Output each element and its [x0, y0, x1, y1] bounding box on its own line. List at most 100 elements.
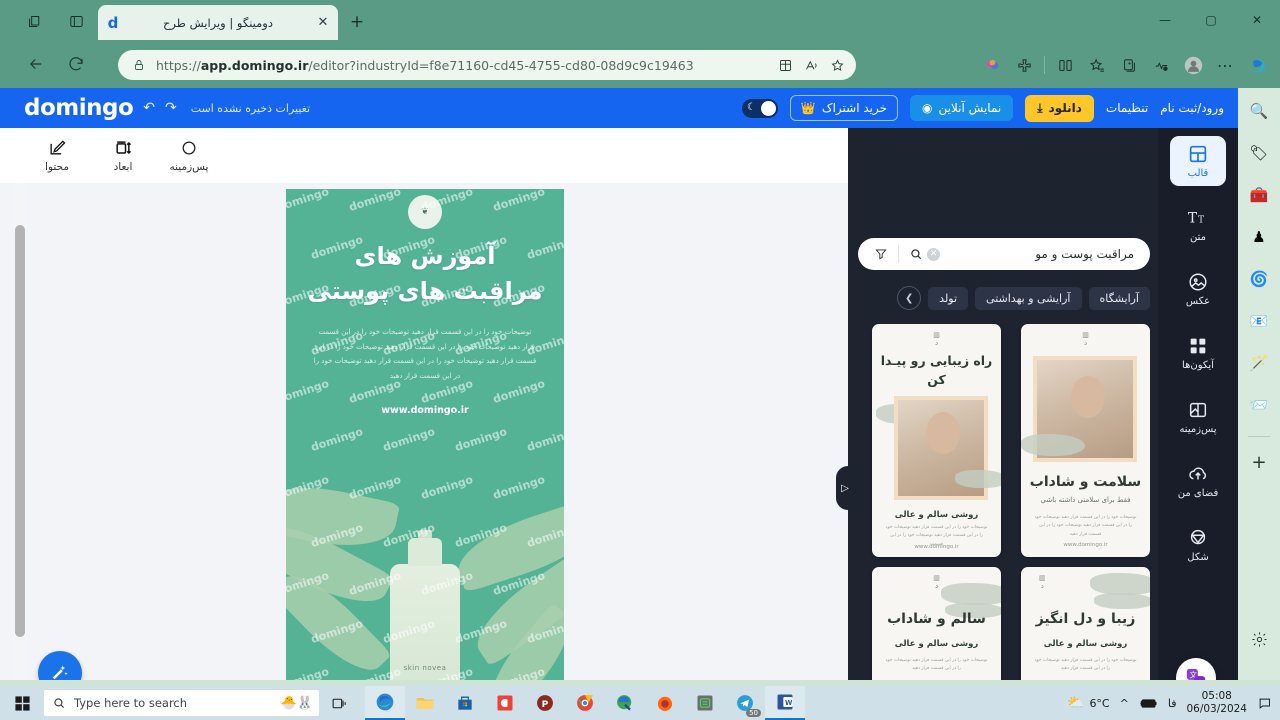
- svg-text:T: T: [1188, 211, 1198, 227]
- online-preview-button[interactable]: نمایش آنلاین ◉: [910, 95, 1014, 121]
- tab-actions-icon[interactable]: [22, 9, 46, 33]
- tool-content[interactable]: محتوا: [24, 138, 90, 173]
- dark-mode-toggle[interactable]: ☾: [741, 98, 778, 118]
- lock-icon: [130, 56, 148, 74]
- split-window-icon[interactable]: [772, 52, 798, 78]
- browser-tab[interactable]: d دومینگو | ویرایش طرح ✕: [98, 5, 338, 40]
- telegram-icon[interactable]: 📨: [1244, 390, 1274, 420]
- shape-icon: [1190, 529, 1206, 545]
- card-url: www.domingo.ir: [914, 544, 959, 550]
- split-screen-icon[interactable]: [64, 9, 88, 33]
- chrome-icon[interactable]: [565, 686, 605, 720]
- filter-icon[interactable]: [870, 247, 892, 261]
- address-bar[interactable]: https://app.domingo.ir/editor?industryId…: [118, 50, 856, 80]
- template-card[interactable]: ▥ د راه زیبایی رو پیـدا کن روشی سالم و عا…: [872, 324, 1001, 557]
- notification-icon[interactable]: [1257, 696, 1272, 711]
- collections-icon[interactable]: [1114, 50, 1144, 80]
- tool-dimensions[interactable]: ابعاد: [90, 138, 156, 173]
- microsoft-store-icon[interactable]: [445, 686, 485, 720]
- designer-icon[interactable]: 🪄: [1244, 348, 1274, 378]
- search-icon[interactable]: 🔍: [1244, 96, 1274, 126]
- undo-icon[interactable]: ↶: [143, 100, 155, 116]
- canvas-scrollbar-thumb[interactable]: [15, 225, 25, 637]
- photoshop-icon[interactable]: P: [525, 686, 565, 720]
- read-aloud-icon[interactable]: [798, 52, 824, 78]
- browser-essentials-icon[interactable]: [1146, 50, 1176, 80]
- domingo-editor: domingo ↶ ↷ تغییرات ذخیره نشده است ورود/…: [0, 88, 1238, 680]
- sidebar-item-my-space[interactable]: فضای من: [1170, 456, 1226, 506]
- minimize-button[interactable]: —: [1142, 0, 1188, 40]
- template-card[interactable]: ▥ د سالم و شاداب روشی سالم و عالی توضیحات…: [872, 567, 1001, 680]
- gear-icon[interactable]: [1244, 624, 1274, 654]
- tools-icon[interactable]: 🧰: [1244, 180, 1274, 210]
- search-input[interactable]: مراقبت پوست و مو: [940, 247, 1138, 261]
- word-icon[interactable]: W: [765, 686, 805, 720]
- collapse-panel-icon[interactable]: ▷: [836, 466, 854, 510]
- redo-icon[interactable]: ↷: [165, 100, 177, 116]
- sidebar-item-image[interactable]: عکس: [1170, 264, 1226, 314]
- favorites-icon[interactable]: [1082, 50, 1112, 80]
- app-logo[interactable]: domingo: [24, 95, 134, 121]
- notepad-icon[interactable]: [685, 686, 725, 720]
- sidebar-item-text[interactable]: TT متن: [1170, 200, 1226, 250]
- settings-more-icon[interactable]: ⋯: [1210, 50, 1240, 80]
- camtasia-icon[interactable]: [485, 686, 525, 720]
- task-view-icon[interactable]: [319, 686, 359, 720]
- weather-widget[interactable]: ⛅ 6°C: [1067, 695, 1110, 711]
- sidebar-item-icons[interactable]: آیکون‌ها: [1170, 328, 1226, 378]
- windows-start-icon[interactable]: [0, 686, 44, 720]
- card-brush: [1090, 573, 1150, 595]
- tray-overflow-button[interactable]: ^: [1120, 697, 1129, 710]
- design-title: آموزش های مراقبت های پوستی: [286, 239, 564, 309]
- battery-charging-icon[interactable]: [1139, 697, 1158, 710]
- template-search[interactable]: مراقبت پوست و مو ✕: [858, 238, 1150, 270]
- shopping-icon[interactable]: 🏷: [1244, 138, 1274, 168]
- chips-prev-button[interactable]: ❮: [897, 286, 922, 310]
- new-tab-button[interactable]: +: [346, 11, 368, 33]
- extensions-icon[interactable]: [1009, 50, 1039, 80]
- edge-icon[interactable]: [365, 686, 405, 720]
- profile-icon[interactable]: [1178, 50, 1208, 80]
- download-button[interactable]: دانلود ⤓: [1025, 94, 1094, 122]
- rail-label: متن: [1190, 232, 1206, 243]
- template-card[interactable]: ▥ د زیبا و دل انگیز روشی سالم و عالی توضی…: [1021, 567, 1150, 680]
- language-indicator[interactable]: فا: [1168, 697, 1177, 710]
- settings-link[interactable]: تنظیمات: [1106, 101, 1148, 115]
- star-icon[interactable]: [824, 52, 850, 78]
- search-icon[interactable]: [905, 247, 927, 261]
- outlook-icon[interactable]: 📧: [1244, 306, 1274, 336]
- copilot-sidebar-icon[interactable]: [1242, 50, 1272, 80]
- buy-subscription-button[interactable]: خرید اشتراک 👑: [789, 95, 899, 121]
- chip-salon[interactable]: آرایشگاه: [1088, 286, 1150, 310]
- sidebar-item-background[interactable]: پس‌زمینه: [1170, 392, 1226, 442]
- back-button[interactable]: [22, 50, 50, 78]
- telegram-icon[interactable]: 50: [725, 686, 765, 720]
- design-body-text: توضیحات خود را در این قسمت قرار دهید توض…: [313, 328, 537, 381]
- games-icon[interactable]: ♟: [1244, 222, 1274, 252]
- chip-birthday[interactable]: تولد: [928, 286, 969, 310]
- svg-text:T: T: [1198, 215, 1205, 226]
- window-close-button[interactable]: ✕: [1234, 0, 1280, 40]
- add-sidebar-app-button[interactable]: +: [1244, 447, 1274, 477]
- microsoft365-icon[interactable]: 🌀: [1244, 264, 1274, 294]
- firefox-icon[interactable]: [645, 686, 685, 720]
- chip-cosmetics[interactable]: آرایشی و بهداشتی: [975, 286, 1082, 310]
- sidebar-item-template[interactable]: قالب: [1170, 136, 1226, 186]
- sidebar-item-shape[interactable]: شکل: [1170, 520, 1226, 570]
- clock[interactable]: 05:08 06/03/2024: [1186, 690, 1247, 716]
- close-icon[interactable]: ✕: [314, 14, 332, 32]
- file-explorer-icon[interactable]: [405, 686, 445, 720]
- copilot-icon[interactable]: [977, 50, 1007, 80]
- refresh-button[interactable]: [62, 50, 90, 78]
- maximize-button[interactable]: ▢: [1188, 0, 1234, 40]
- login-register-link[interactable]: ورود/ثبت نام: [1160, 101, 1224, 115]
- edit-pencil-icon: [50, 140, 66, 155]
- template-card[interactable]: ▥ د سلامت و شاداب فقط برای سلامتی داشته ب…: [1021, 324, 1150, 557]
- weather-sun-cloud-icon: ⛅: [1067, 695, 1085, 711]
- search-input[interactable]: Type here to search 🐣🐰: [44, 690, 319, 716]
- design-canvas[interactable]: ❦ آموزش های مراقبت های پوستی توضیحات خود…: [286, 189, 564, 680]
- split-screen-icon[interactable]: [1050, 50, 1080, 80]
- clear-icon[interactable]: ✕: [927, 247, 940, 261]
- tool-background[interactable]: پس‌زمینه: [156, 138, 222, 173]
- idm-icon[interactable]: [605, 686, 645, 720]
